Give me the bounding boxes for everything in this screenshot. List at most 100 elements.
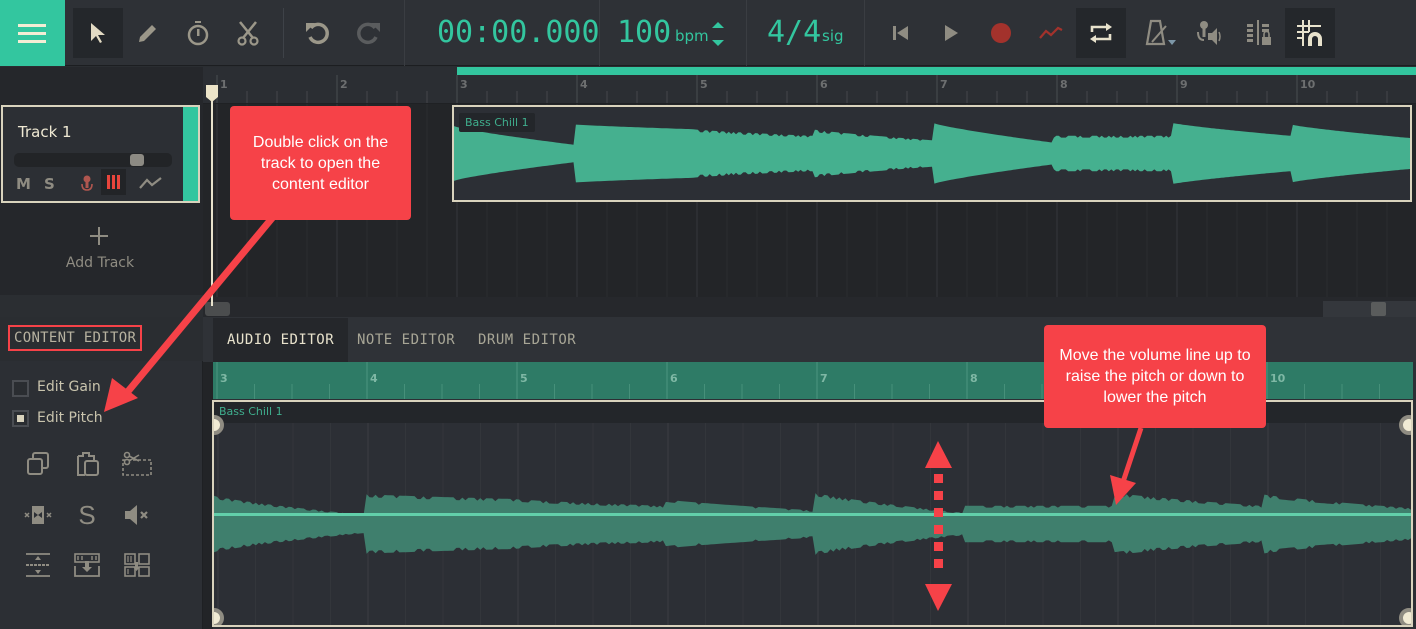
- edit-pitch-checkbox[interactable]: [12, 410, 29, 427]
- editor-clip[interactable]: Bass Chill 1: [212, 400, 1413, 627]
- hamburger-menu-icon: [17, 24, 46, 43]
- track-list-footer: [0, 295, 203, 317]
- play-button[interactable]: [926, 8, 976, 58]
- bounce-button[interactable]: [71, 549, 103, 581]
- cut-selection-button[interactable]: [121, 448, 153, 480]
- track-name[interactable]: Track 1: [18, 123, 72, 141]
- split-button[interactable]: [121, 549, 153, 581]
- zoom-scroll-track[interactable]: [1323, 301, 1416, 317]
- track-volume-slider[interactable]: [14, 153, 172, 167]
- reverse-button[interactable]: [22, 499, 54, 531]
- timeline-ruler[interactable]: 1 2 3 4 5 6 7 8 9 10: [203, 67, 1416, 104]
- ruler-bar-label: 4: [580, 78, 588, 91]
- solo-clip-button[interactable]: S: [71, 499, 103, 531]
- clip-corner-handle[interactable]: [1399, 608, 1411, 625]
- volume-knob[interactable]: [130, 154, 145, 166]
- add-track-button[interactable]: Add Track: [0, 210, 200, 290]
- copy-icon: [27, 452, 49, 475]
- track-color-strip: [183, 107, 198, 201]
- solo-button[interactable]: S: [44, 175, 55, 193]
- edit-pitch-label[interactable]: Edit Pitch: [37, 410, 103, 426]
- ruler-ticks: 1 2 3 4 5 6 7 8 9 10: [216, 75, 1388, 103]
- zoom-scroll-thumb[interactable]: [1371, 302, 1386, 316]
- menu-button[interactable]: [0, 0, 65, 66]
- edit-gain-label[interactable]: Edit Gain: [37, 379, 101, 395]
- toolbar-divider: [864, 0, 865, 66]
- audio-clip[interactable]: Bass Chill 1: [452, 105, 1412, 202]
- mute-clip-button[interactable]: [121, 499, 153, 531]
- skip-to-start-icon: [893, 26, 908, 40]
- clip-waveform: [454, 123, 1410, 184]
- piano-keys-icon: [106, 175, 120, 189]
- record-button[interactable]: [976, 8, 1026, 58]
- editor-ruler-label: 7: [820, 372, 828, 385]
- clip-corner-handle[interactable]: [1399, 415, 1411, 435]
- callout-pitch-line: Move the volume line up to raise the pit…: [1044, 325, 1266, 428]
- track-header[interactable]: Track 1 M S: [1, 105, 200, 203]
- loop-icon: [1090, 23, 1112, 43]
- editor-ruler-label: 10: [1270, 372, 1286, 385]
- waveform-shape: [454, 123, 1410, 184]
- editor-ruler-label: 8: [970, 372, 978, 385]
- editor-waveform-shape: [214, 493, 1411, 555]
- play-icon: [945, 25, 958, 41]
- snap-to-grid-button[interactable]: [1285, 8, 1335, 58]
- stopwatch-tool-button[interactable]: [173, 8, 223, 58]
- ruler-bar-label: 3: [460, 78, 468, 91]
- mixer-lock-button[interactable]: [1234, 8, 1284, 58]
- undo-button[interactable]: [293, 8, 343, 58]
- editor-ruler-label: 3: [220, 372, 228, 385]
- ruler-bar-label: 9: [1180, 78, 1188, 91]
- tab-note-editor[interactable]: NOTE EDITOR: [343, 318, 469, 362]
- time-display: 00:00.000: [437, 15, 600, 50]
- metronome-icon: [1145, 19, 1176, 46]
- editor-ruler-label: 6: [670, 372, 678, 385]
- cut-tool-button[interactable]: [223, 8, 273, 58]
- edit-gain-checkbox[interactable]: [12, 380, 29, 397]
- normalize-button[interactable]: [22, 549, 54, 581]
- grid-snap-magnet-icon: [1297, 20, 1322, 46]
- bpm-value[interactable]: 100: [617, 15, 671, 50]
- tab-drum-editor[interactable]: DRUM EDITOR: [464, 318, 590, 362]
- pencil-icon: [139, 25, 156, 42]
- automation-icon: [139, 177, 162, 189]
- redo-button[interactable]: [343, 8, 393, 58]
- pointer-arrow-icon: [91, 23, 105, 43]
- callout-open-editor: Double click on the track to open the co…: [230, 106, 411, 220]
- skip-to-start-button[interactable]: [876, 8, 926, 58]
- editor-ruler-label: 5: [520, 372, 528, 385]
- mute-speaker-icon: [125, 505, 148, 525]
- top-toolbar: 00:00.000 100 bpm 4/4 sig: [0, 0, 1416, 66]
- ruler-bar-label: 2: [340, 78, 348, 91]
- stopwatch-icon: [187, 21, 209, 46]
- horizontal-scroll-thumb[interactable]: [205, 302, 230, 316]
- undo-icon: [306, 22, 329, 45]
- plus-icon: [90, 227, 108, 245]
- time-signature-unit: sig: [822, 27, 844, 45]
- editor-clip-name: Bass Chill 1: [219, 405, 283, 418]
- toolbar-divider: [404, 0, 405, 66]
- pitch-line[interactable]: [214, 513, 1411, 516]
- tab-audio-editor[interactable]: AUDIO EDITOR: [213, 318, 349, 362]
- piano-roll-button[interactable]: [101, 169, 126, 195]
- automation-button[interactable]: [1026, 8, 1076, 58]
- ruler-bar-label: 6: [820, 78, 828, 91]
- bpm-stepper[interactable]: [709, 20, 727, 48]
- time-signature-value[interactable]: 4/4: [767, 15, 821, 50]
- bpm-unit: bpm: [675, 27, 709, 45]
- mute-button[interactable]: M: [16, 175, 31, 193]
- copy-button[interactable]: [22, 448, 54, 480]
- automation-toggle[interactable]: [139, 175, 163, 191]
- pencil-tool-button[interactable]: [123, 8, 173, 58]
- paste-button[interactable]: [71, 448, 103, 480]
- input-monitor-button[interactable]: [1184, 8, 1234, 58]
- redo-icon: [357, 22, 380, 45]
- select-tool-button[interactable]: [73, 8, 123, 58]
- split-icon: [124, 553, 150, 577]
- playhead-handle[interactable]: [206, 85, 218, 103]
- automation-line-icon: [1039, 26, 1063, 39]
- metronome-button[interactable]: [1134, 8, 1184, 58]
- record-arm-button[interactable]: [79, 174, 95, 194]
- loop-button[interactable]: [1076, 8, 1126, 58]
- normalize-icon: [26, 553, 50, 577]
